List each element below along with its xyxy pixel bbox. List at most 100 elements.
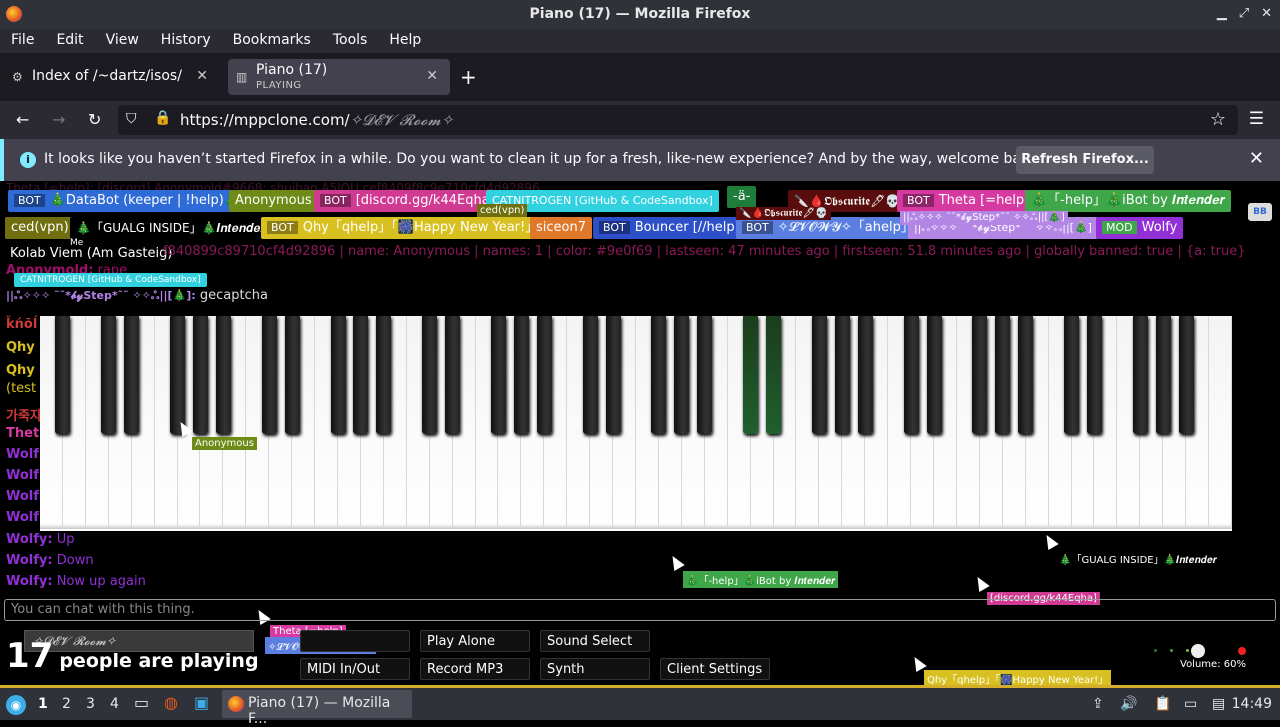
menu-toggle-icon[interactable]: BB xyxy=(1248,203,1272,221)
workspace-1[interactable]: 1 xyxy=(38,696,48,712)
forward-icon[interactable]: → xyxy=(52,110,65,129)
close-notification-icon[interactable]: ✕ xyxy=(1249,148,1264,169)
display-icon[interactable]: ▭ xyxy=(1184,696,1197,712)
close-tab-icon[interactable]: ✕ xyxy=(196,68,208,84)
chat-input[interactable]: You can chat with this thing. xyxy=(4,599,1276,621)
user-tag[interactable]: BOT Bouncer [//help] xyxy=(593,217,746,239)
synth-button[interactable]: Synth xyxy=(540,658,650,680)
menu-bookmarks[interactable]: Bookmarks xyxy=(222,29,322,53)
hamburger-menu-icon[interactable]: ☰ xyxy=(1249,109,1264,129)
black-key[interactable] xyxy=(1018,316,1034,434)
notifications-icon[interactable]: ▤ xyxy=(1212,696,1225,712)
white-key[interactable] xyxy=(1209,316,1232,529)
black-key[interactable] xyxy=(513,316,529,434)
black-key[interactable] xyxy=(101,316,117,434)
refresh-firefox-button[interactable]: Refresh Firefox... xyxy=(1016,146,1154,174)
black-key[interactable] xyxy=(192,316,208,434)
user-tag[interactable]: BOT 🎄DataBot (keeper | !help)🎄 xyxy=(8,190,247,212)
user-tag[interactable]: Anonymous xyxy=(229,190,318,212)
close-tab-icon[interactable]: ✕ xyxy=(426,68,438,84)
volume-slider[interactable] xyxy=(1150,644,1246,658)
new-tab-icon[interactable]: + xyxy=(460,65,477,89)
volume-knob[interactable] xyxy=(1191,644,1205,658)
piano-keyboard[interactable] xyxy=(40,316,1232,531)
record-mp3-button[interactable]: Record MP3 xyxy=(420,658,530,680)
black-key[interactable] xyxy=(903,316,919,434)
black-key[interactable] xyxy=(674,316,690,434)
black-key[interactable] xyxy=(651,316,667,434)
black-key[interactable] xyxy=(1064,316,1080,434)
midi-in-out-button[interactable]: MIDI In/Out xyxy=(300,658,410,680)
workspace-3[interactable]: 3 xyxy=(86,696,95,712)
shield-icon[interactable]: ⛉ xyxy=(126,111,137,127)
black-key[interactable] xyxy=(422,316,438,434)
black-key[interactable] xyxy=(1178,316,1194,434)
menu-help[interactable]: Help xyxy=(378,29,432,53)
black-key[interactable] xyxy=(261,316,277,434)
file-manager-icon[interactable]: ▭ xyxy=(134,693,149,717)
close-window-icon[interactable]: ✕ xyxy=(1261,6,1272,21)
tab-piano[interactable]: ▥ Piano (17) PLAYING ✕ xyxy=(228,59,450,95)
user-tag[interactable]: ced(vpn) xyxy=(5,217,75,239)
black-key[interactable] xyxy=(1155,316,1171,434)
black-key[interactable] xyxy=(582,316,598,434)
firefox-launcher-icon[interactable]: ◍ xyxy=(164,693,178,717)
black-key[interactable] xyxy=(215,316,231,434)
black-key[interactable] xyxy=(834,316,850,434)
upload-icon[interactable]: ⇪ xyxy=(1092,696,1104,712)
bookmark-star-icon[interactable]: ☆ xyxy=(1210,109,1226,130)
black-key[interactable] xyxy=(926,316,942,434)
restore-icon[interactable]: ⤢ xyxy=(1239,6,1249,21)
user-tag[interactable]: siceon7 xyxy=(530,217,592,239)
menu-edit[interactable]: Edit xyxy=(45,29,94,53)
user-tag[interactable]: -ä- xyxy=(727,186,757,208)
reload-icon[interactable]: ↻ xyxy=(88,110,101,129)
black-key[interactable] xyxy=(445,316,461,434)
menu-tools[interactable]: Tools xyxy=(322,29,379,53)
user-tag[interactable]: BOT Qhy「qhelp」「🎆Happy New Year!」 xyxy=(261,217,545,239)
black-key[interactable] xyxy=(697,316,713,434)
user-tag[interactable]: BOT Theta [=help] xyxy=(897,190,1036,212)
black-key[interactable] xyxy=(55,316,71,434)
back-icon[interactable]: ← xyxy=(16,110,29,129)
lock-icon[interactable]: 🔒 xyxy=(154,110,171,126)
new-room-button[interactable] xyxy=(300,630,410,652)
tab-index-isos[interactable]: ⚙ Index of /~dartz/isos/ ✕ xyxy=(4,59,220,95)
menu-view[interactable]: View xyxy=(95,29,150,53)
black-key[interactable] xyxy=(376,316,392,434)
black-key[interactable] xyxy=(124,316,140,434)
workspace-4[interactable]: 4 xyxy=(110,696,119,712)
black-key[interactable] xyxy=(811,316,827,434)
workspace-2[interactable]: 2 xyxy=(62,696,71,712)
black-key[interactable] xyxy=(1086,316,1102,434)
taskbar-window-firefox[interactable]: Piano (17) — Mozilla F... xyxy=(222,690,412,727)
clipboard-icon[interactable]: 📋 xyxy=(1154,696,1171,712)
minimize-icon[interactable]: ▁ xyxy=(1217,6,1227,21)
black-key[interactable] xyxy=(284,316,300,434)
menu-history[interactable]: History xyxy=(150,29,222,53)
black-key[interactable] xyxy=(605,316,621,434)
volume-icon[interactable]: 🔊 xyxy=(1120,696,1137,712)
black-key[interactable] xyxy=(170,316,186,434)
client-settings-button[interactable]: Client Settings xyxy=(660,658,770,680)
black-key[interactable] xyxy=(766,316,782,434)
black-key[interactable] xyxy=(330,316,346,434)
sound-select-button[interactable]: Sound Select xyxy=(540,630,650,652)
play-alone-button[interactable]: Play Alone xyxy=(420,630,530,652)
start-menu-icon[interactable]: ◉ xyxy=(6,695,26,715)
black-key[interactable] xyxy=(536,316,552,434)
black-key[interactable] xyxy=(353,316,369,434)
menu-file[interactable]: File xyxy=(0,29,45,53)
user-tag[interactable]: BOT [discord.gg/k44Eqha] xyxy=(314,190,501,212)
user-tag[interactable]: 🎄「GUALG INSIDE」🎄𝑰𝒏𝒕𝒆𝒏𝒅𝒆𝒓 xyxy=(70,217,272,239)
black-key[interactable] xyxy=(1132,316,1148,434)
black-key[interactable] xyxy=(857,316,873,434)
user-tag[interactable]: 🎄「-help」🎄iBot by 𝑰𝒏𝒕𝒆𝒏𝒅𝒆𝒓 xyxy=(1025,190,1232,212)
user-tag[interactable]: MOD Wolfy xyxy=(1096,217,1184,239)
black-key[interactable] xyxy=(490,316,506,434)
black-key[interactable] xyxy=(995,316,1011,434)
terminal-icon[interactable]: ▣ xyxy=(194,693,209,717)
black-key[interactable] xyxy=(972,316,988,434)
user-tag[interactable]: BOT ✧𝓛𝓥𝓞𝓦𝓨✧「ahelp」 xyxy=(736,217,920,239)
black-key[interactable] xyxy=(743,316,759,434)
